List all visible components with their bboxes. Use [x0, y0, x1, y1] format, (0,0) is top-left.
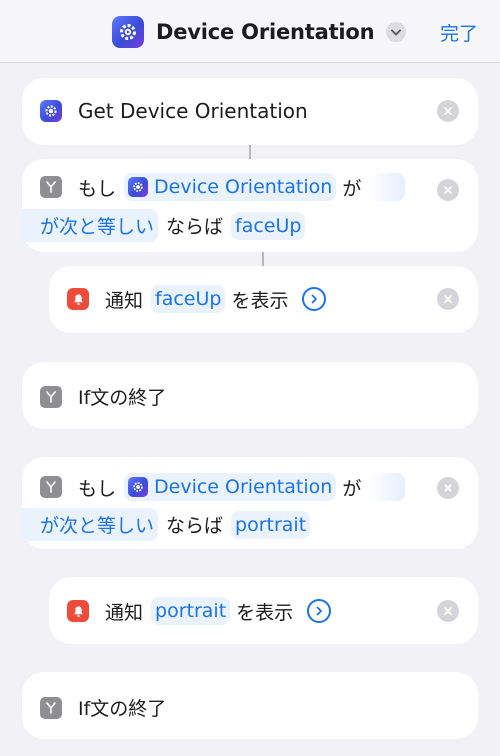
action-show-notification-portrait[interactable]: 通知 portrait を表示: [49, 577, 478, 644]
notification-suffix: を表示: [236, 601, 294, 624]
notification-value[interactable]: portrait: [151, 597, 231, 625]
notification-suffix: を表示: [231, 289, 289, 312]
remove-action-icon[interactable]: [437, 600, 459, 622]
condition-value[interactable]: portrait: [231, 510, 311, 539]
chevron-down-icon[interactable]: [386, 22, 407, 42]
remove-action-icon[interactable]: [437, 477, 459, 499]
action-end-if[interactable]: If文の終了: [22, 672, 478, 739]
then-text: ならば: [166, 515, 224, 537]
flow-connector: [262, 251, 264, 267]
device-orientation-icon: [128, 177, 149, 197]
shortcut-gear-icon: [112, 16, 144, 48]
expand-arrow-icon[interactable]: [307, 599, 332, 623]
action-end-if[interactable]: If文の終了: [22, 362, 478, 429]
condition-value-placeholder[interactable]: [367, 473, 406, 501]
if-branch-icon: [40, 696, 62, 719]
expand-arrow-icon[interactable]: [302, 287, 327, 311]
remove-action-icon[interactable]: [437, 288, 459, 310]
variable-token[interactable]: Device Orientation: [124, 473, 337, 501]
action-if-faceup[interactable]: もし Device Orientation が が次と等しい ならば faceU…: [22, 159, 478, 252]
then-text: ならば: [166, 216, 224, 238]
if-branch-icon: [40, 176, 62, 198]
remove-action-icon[interactable]: [437, 179, 459, 201]
device-orientation-icon: [128, 477, 149, 497]
device-orientation-icon: [40, 100, 62, 122]
if-prefix: もし: [78, 177, 117, 200]
remove-action-icon[interactable]: [437, 100, 459, 122]
navigation-bar: Device Orientation 完了: [0, 0, 500, 63]
condition-operator[interactable]: が次と等しい: [22, 508, 159, 541]
particle-text: が: [342, 477, 362, 500]
variable-name: Device Orientation: [154, 176, 333, 198]
notification-label: 通知: [105, 289, 144, 312]
if-prefix: もし: [78, 477, 117, 500]
notification-value[interactable]: faceUp: [151, 285, 226, 313]
action-get-device-orientation[interactable]: Get Device Orientation: [22, 78, 478, 145]
condition-value-placeholder[interactable]: [367, 173, 406, 201]
flow-connector: [249, 144, 251, 160]
shortcut-title-button[interactable]: Device Orientation: [112, 14, 407, 50]
notification-bell-icon: [67, 600, 89, 622]
if-branch-icon: [40, 385, 62, 408]
condition-operator[interactable]: が次と等しい: [22, 209, 159, 242]
condition-value[interactable]: faceUp: [231, 211, 306, 240]
notification-label: 通知: [105, 601, 144, 624]
particle-text: が: [342, 177, 362, 200]
done-button[interactable]: 完了: [440, 19, 478, 46]
if-branch-icon: [40, 476, 62, 498]
end-if-label: If文の終了: [78, 698, 167, 720]
variable-token[interactable]: Device Orientation: [124, 173, 337, 201]
action-if-portrait[interactable]: もし Device Orientation が が次と等しい ならば portr…: [22, 457, 478, 549]
variable-name: Device Orientation: [154, 476, 333, 498]
action-show-notification-faceup[interactable]: 通知 faceUp を表示: [49, 266, 478, 333]
action-label: Get Device Orientation: [78, 99, 308, 123]
shortcut-title: Device Orientation: [156, 20, 375, 44]
end-if-label: If文の終了: [78, 387, 167, 409]
notification-bell-icon: [67, 288, 89, 310]
